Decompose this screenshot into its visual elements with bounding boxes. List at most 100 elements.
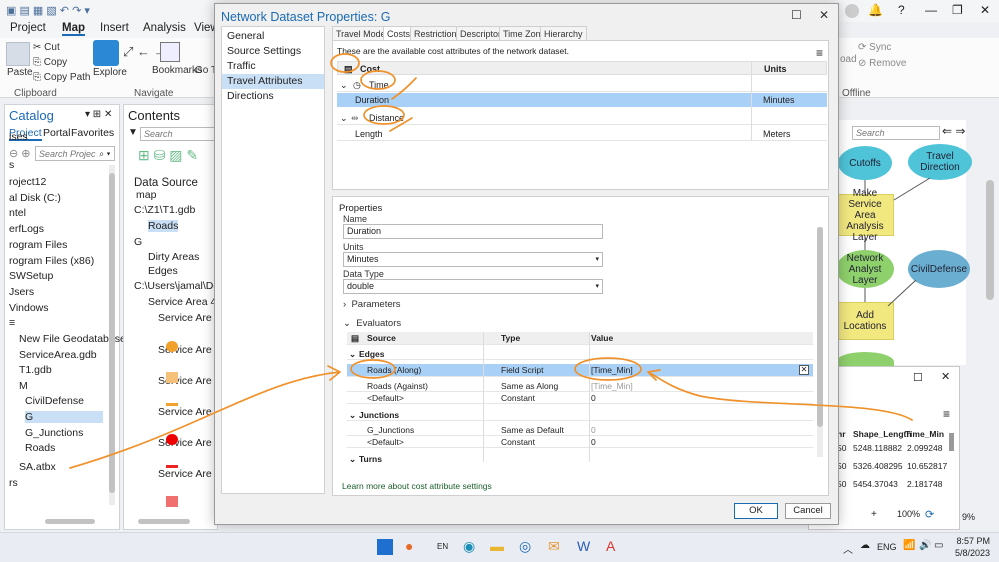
catalog-hscrollbar[interactable]	[45, 519, 95, 524]
units-column-header[interactable]: Units	[764, 62, 787, 76]
name-field[interactable]: Duration	[343, 224, 603, 239]
cost-group-time[interactable]: ⌄ ◷ Time	[337, 78, 827, 92]
ribbon-tab-insert[interactable]: Insert	[100, 22, 129, 34]
nav-directions[interactable]: Directions	[222, 89, 324, 104]
close-icon[interactable]: ✕	[980, 3, 990, 17]
evaluator-row-roads-against[interactable]: Roads (Against) Same as Along [Time_Min]	[347, 381, 813, 392]
contents-tree-item[interactable]: Service Are	[158, 312, 212, 324]
contents-tree-item[interactable]: Dirty Areas	[148, 251, 199, 263]
contents-tree-item[interactable]: map	[136, 189, 156, 201]
catalog-tree-item[interactable]: CivilDefense	[25, 395, 84, 407]
catalog-tree-item[interactable]: erfLogs	[9, 223, 44, 235]
catalog-tree-item[interactable]: SWSetup	[9, 270, 53, 282]
catalog-tree-item[interactable]: G	[25, 411, 103, 423]
language-indicator[interactable]: ENG	[877, 542, 897, 552]
catalog-tree-item[interactable]: M	[19, 380, 28, 392]
contents-tree-item[interactable]: Service Area 4	[148, 296, 216, 308]
help-icon[interactable]: ?	[898, 3, 905, 17]
attr-cell[interactable]: 10.652817	[907, 461, 947, 471]
chevron-down-icon[interactable]: ⌄	[349, 349, 356, 360]
quick-access-icons[interactable]: ▣ ▤ ▦ ▧ ↶ ↷ ▾	[6, 4, 90, 17]
nav-travel-attributes[interactable]: Travel Attributes	[222, 74, 324, 89]
attr-cell[interactable]: 2.099248	[907, 443, 942, 453]
catalog-tree-item[interactable]: ≡	[9, 317, 15, 329]
cancel-button[interactable]: Cancel	[785, 503, 831, 519]
filter-icon[interactable]: ▼	[128, 127, 138, 138]
value-column-header[interactable]: Value	[591, 332, 613, 345]
tab-hierarchy[interactable]: Hierarchy	[540, 26, 587, 40]
copy-button[interactable]: ⎘ Copy	[33, 57, 67, 68]
catalog-tree-item[interactable]: ServiceArea.gdb	[19, 349, 97, 361]
clock-date[interactable]: 5/8/2023	[950, 548, 990, 558]
catalog-search-box[interactable]: ⌕ ▾	[35, 146, 115, 161]
battery-icon[interactable]: ▭	[934, 540, 943, 551]
contents-tree-item[interactable]: Roads	[148, 220, 179, 232]
sync-button[interactable]: ⟳ Sync	[858, 42, 891, 53]
ribbon-tab-analysis[interactable]: Analysis	[143, 22, 186, 34]
ribbon-tab-project[interactable]: Project	[10, 22, 46, 34]
copy-path-button[interactable]: ⎘ Copy Path	[33, 72, 90, 83]
cost-menu-icon[interactable]: ≡	[816, 46, 823, 60]
attr-cell[interactable]: 5326.408295	[853, 461, 903, 471]
catalog-tree-item[interactable]: s	[9, 159, 14, 171]
catalog-scrollbar[interactable]	[109, 165, 115, 505]
wifi-icon[interactable]: 📶	[903, 540, 915, 551]
contents-tree-item[interactable]: Service Are	[158, 468, 212, 480]
attr-cell[interactable]: 2.181748	[907, 479, 942, 489]
minimize-icon[interactable]: —	[925, 3, 937, 17]
catalog-tab-favorites[interactable]: Favorites	[71, 127, 114, 139]
catalog-tab-portal[interactable]: Portal	[43, 127, 70, 139]
chevron-down-icon[interactable]: ⌄	[340, 111, 348, 125]
attr-cell[interactable]: 5248.118882	[853, 443, 902, 453]
catalog-tree-item[interactable]: roject12	[9, 176, 46, 188]
catalog-tree-item[interactable]: ntel	[9, 207, 26, 219]
firefox-icon[interactable]: ●	[405, 538, 413, 554]
explore-button[interactable]: Explore	[93, 67, 127, 78]
notification-icon[interactable]: 🔔	[868, 3, 883, 17]
catalog-tree-item[interactable]: Jsers	[9, 286, 34, 298]
load-button-partial[interactable]: oad	[840, 54, 857, 65]
turns-group-row[interactable]: ⌄ Turns	[347, 454, 813, 465]
ribbon-tab-map[interactable]: Map	[62, 22, 85, 36]
attr-vscroll[interactable]	[949, 433, 954, 451]
ok-button[interactable]: OK	[734, 503, 778, 519]
nav-source-settings[interactable]: Source Settings	[222, 44, 324, 59]
list-by-icons[interactable]: ⊞ ⛁ ▨ ✎	[138, 147, 198, 164]
zoom-level[interactable]: 100%	[897, 509, 920, 519]
map-vscrollbar[interactable]	[986, 180, 994, 300]
bookmarks-icon[interactable]	[160, 42, 180, 62]
attr-close-icon[interactable]: ✕	[941, 370, 950, 383]
properties-scrollbar[interactable]	[817, 227, 823, 457]
catalog-tree-item[interactable]: ises	[9, 131, 28, 143]
datatype-select[interactable]: double ▾	[343, 279, 603, 294]
catalog-tree-item[interactable]: Vindows	[9, 302, 49, 314]
contents-tree-item[interactable]: G	[134, 236, 142, 248]
dialog-maximize-icon[interactable]: ☐	[791, 8, 802, 22]
parameters-section[interactable]: › Parameters	[343, 299, 401, 310]
catalog-tree-item[interactable]: Roads	[25, 442, 55, 454]
volume-icon[interactable]: 🔊	[919, 540, 931, 551]
nav-general[interactable]: General	[222, 29, 324, 44]
cost-row-length[interactable]: Length Meters	[337, 127, 827, 141]
junctions-group-row[interactable]: ⌄ Junctions	[347, 410, 813, 421]
evaluator-row-roads-along[interactable]: Roads (Along) Field Script [Time_Min] ✕	[347, 364, 813, 377]
zoom-in-icon[interactable]: +	[871, 509, 877, 520]
restore-icon[interactable]: ❐	[952, 3, 963, 17]
paste-button[interactable]: Paste	[7, 67, 33, 78]
clock-time[interactable]: 8:57 PM	[954, 536, 990, 546]
user-avatar[interactable]	[845, 4, 859, 18]
contents-tree-item[interactable]: C:\Users\jamal\Do	[134, 280, 219, 292]
explore-icon[interactable]	[93, 40, 119, 66]
chevron-down-icon[interactable]: ⌄	[349, 410, 356, 421]
contents-tree-item[interactable]: Service Are	[158, 406, 212, 418]
catalog-tree-item[interactable]: T1.gdb	[19, 364, 52, 376]
maps-icon[interactable]: ◉	[463, 538, 475, 555]
paste-icon[interactable]	[6, 42, 30, 66]
catalog-tree-item[interactable]: rogram Files (x86)	[9, 255, 94, 267]
keyboard-language-icon[interactable]: EN	[437, 542, 448, 551]
outlook-icon[interactable]: ✉	[548, 538, 560, 555]
attr-menu-icon[interactable]: ≡	[943, 407, 950, 421]
remove-button[interactable]: ⊘ Remove	[858, 58, 906, 69]
attr-col-time-min[interactable]: Time_Min	[905, 429, 944, 439]
chevron-down-icon[interactable]: ⌄	[349, 454, 356, 465]
